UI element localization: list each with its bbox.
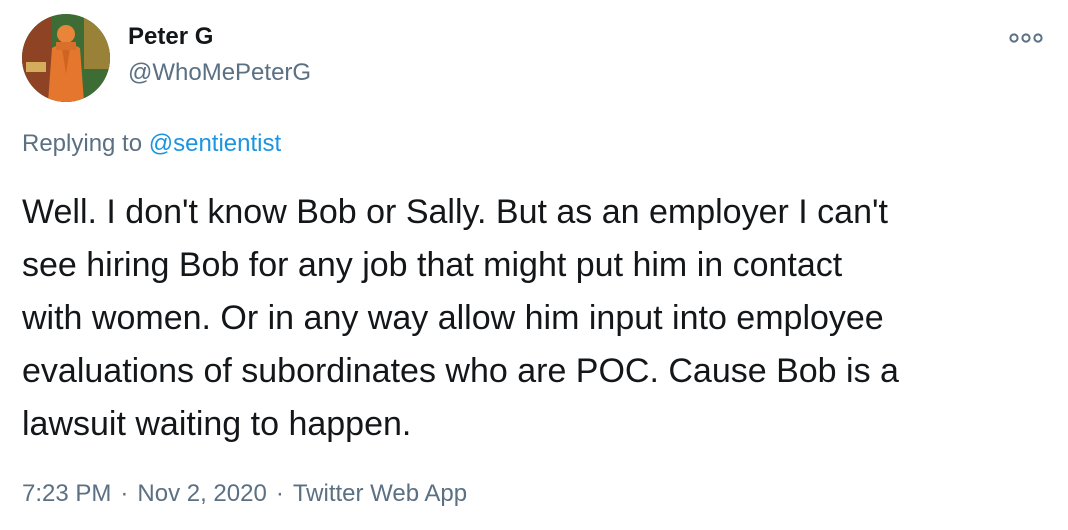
- avatar[interactable]: [22, 14, 110, 102]
- tweet-text-line: lawsuit waiting to happen.: [22, 405, 412, 443]
- author-name[interactable]: Peter G: [128, 22, 213, 52]
- meta-separator: ·: [275, 480, 284, 507]
- tweet-time[interactable]: 7:23 PM: [22, 480, 111, 507]
- tweet-date[interactable]: Nov 2, 2020: [137, 480, 266, 507]
- replying-to: Replying to @sentientist: [22, 128, 281, 160]
- tweet-meta: 7:23 PM · Nov 2, 2020 · Twitter Web App: [22, 478, 467, 510]
- more-options-button[interactable]: [1006, 26, 1046, 50]
- more-options-icon: [1009, 33, 1043, 43]
- replying-to-label: Replying to: [22, 130, 143, 157]
- author-handle[interactable]: @WhoMePeterG: [128, 58, 311, 88]
- tweet-source[interactable]: Twitter Web App: [293, 480, 467, 507]
- avatar-photo-icon: [22, 14, 110, 102]
- tweet-text-line: Well. I don't know Bob or Sally. But as …: [22, 193, 888, 231]
- tweet-text-line: with women. Or in any way allow him inpu…: [22, 299, 884, 337]
- tweet-card: Peter G @WhoMePeterG Replying to @sentie…: [0, 0, 1068, 530]
- tweet-text-line: see hiring Bob for any job that might pu…: [22, 246, 843, 284]
- meta-separator: ·: [120, 480, 129, 507]
- tweet-text: Well. I don't know Bob or Sally. But as …: [22, 186, 1052, 451]
- tweet-text-line: evaluations of subordinates who are POC.…: [22, 352, 899, 390]
- replying-to-link[interactable]: @sentientist: [149, 130, 281, 157]
